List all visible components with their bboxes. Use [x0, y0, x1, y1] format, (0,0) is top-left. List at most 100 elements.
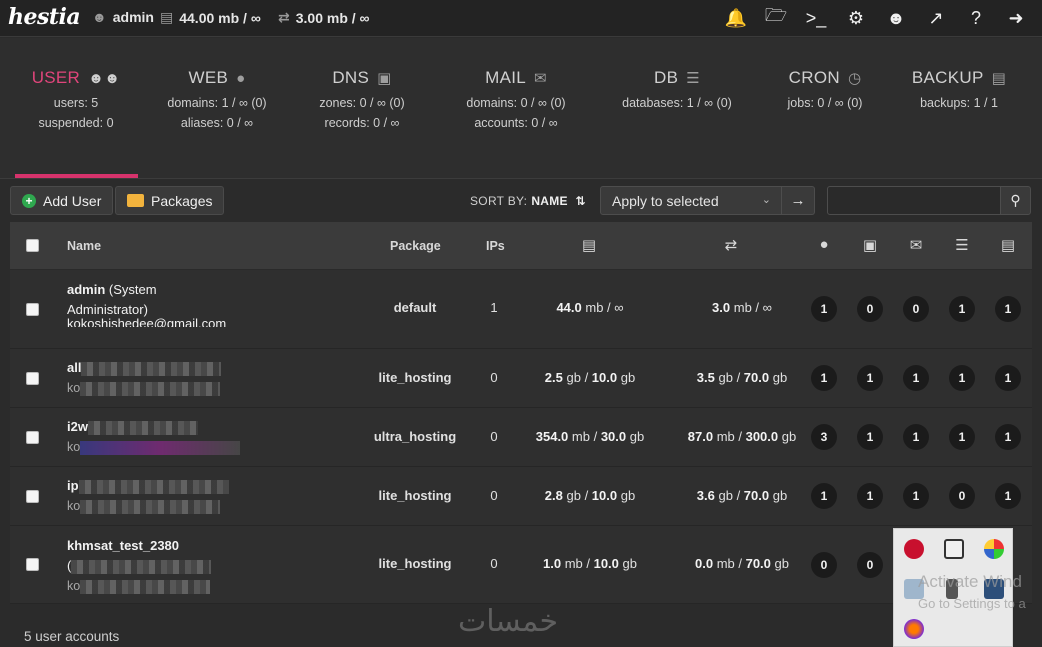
user-name-cell[interactable]: i2w ko — [67, 417, 241, 457]
sort-by-control[interactable]: SORT BY: NAME ⇅ — [470, 194, 586, 208]
user-package[interactable]: lite_hosting — [350, 488, 480, 503]
backup-count-badge[interactable]: 1 — [995, 483, 1021, 509]
table-row[interactable]: all ko lite_hosting 0 2.5 gb / 10.0 gb 3… — [10, 349, 1032, 408]
stat-backup[interactable]: BACKUP ▤ backups: 1 / 1 — [912, 68, 1006, 110]
user-package[interactable]: lite_hosting — [350, 556, 480, 571]
row-checkbox[interactable] — [26, 558, 39, 571]
stat-web-line2: aliases: 0 / ∞ — [180, 116, 254, 130]
db-count-badge[interactable]: 1 — [949, 296, 975, 322]
db-count-badge[interactable]: 1 — [949, 424, 975, 450]
dns-count-badge[interactable]: 1 — [857, 424, 883, 450]
header-package[interactable]: Package — [390, 239, 441, 253]
header-name[interactable]: Name — [67, 239, 101, 253]
user-circle-icon[interactable]: ☻ — [884, 6, 908, 30]
add-user-button[interactable]: + Add User — [10, 186, 114, 215]
user-fullname-part: (System — [108, 282, 157, 297]
stat-mail-line2: accounts: 0 / ∞ — [474, 116, 558, 130]
disk-limit-unit: gb — [629, 429, 645, 444]
select-all-checkbox[interactable] — [26, 239, 39, 252]
user-name[interactable]: ip — [67, 478, 79, 493]
backup-count-badge[interactable]: 1 — [995, 424, 1021, 450]
logout-icon[interactable]: ➜ — [1004, 6, 1028, 30]
web-count-badge[interactable]: 1 — [811, 365, 837, 391]
row-checkbox[interactable] — [26, 303, 39, 316]
row-checkbox[interactable] — [26, 372, 39, 385]
user-name-cell[interactable]: admin (System Administrator) — [67, 280, 157, 320]
user-count-footer: 5 user accounts — [24, 629, 120, 644]
table-row[interactable]: khmsat_test_2380 ( ko lite_hosting 0 1.0… — [10, 526, 1032, 604]
disk-usage-cell: 2.5 gb / 10.0 gb — [544, 370, 636, 385]
bw-unit: mb — [733, 300, 752, 315]
terminal-icon[interactable]: >_ — [804, 6, 828, 30]
user-name[interactable]: i2w — [67, 419, 88, 434]
search-input[interactable] — [827, 186, 1001, 215]
dns-count-badge[interactable]: 1 — [857, 483, 883, 509]
row-checkbox[interactable] — [26, 490, 39, 503]
db-count-badge[interactable]: 0 — [949, 483, 975, 509]
user-name-cell[interactable]: ip ko — [67, 476, 229, 516]
disk-usage: ▤ 44.00 mb / ∞ — [160, 9, 261, 26]
user-package[interactable]: ultra_hosting — [350, 429, 480, 444]
web-count-badge[interactable]: 0 — [811, 552, 837, 578]
folder-icon[interactable]: 🗁 — [764, 5, 788, 30]
hestia-logo[interactable]: hestia — [8, 4, 81, 30]
header-ips[interactable]: IPs — [486, 239, 505, 253]
user-name[interactable]: all — [67, 360, 81, 375]
user-name[interactable]: admin — [67, 282, 105, 297]
current-user[interactable]: ☻ admin — [92, 9, 154, 25]
dns-book-icon: ▣ — [862, 237, 878, 254]
book-icon: ▣ — [377, 70, 392, 87]
packages-button[interactable]: Packages — [115, 186, 225, 215]
user-name[interactable]: khmsat_test_2380 — [67, 538, 179, 553]
user-name-cell[interactable]: all ko — [67, 358, 222, 398]
disk-unit: mb — [571, 429, 590, 444]
web-count-badge[interactable]: 3 — [811, 424, 837, 450]
table-row[interactable]: admin (System Administrator) kokoshished… — [10, 270, 1032, 349]
gear-icon[interactable]: ⚙ — [844, 6, 868, 30]
bandwidth-usage: ⇄ 3.00 mb / ∞ — [278, 9, 370, 26]
dns-count-badge[interactable]: 0 — [857, 296, 883, 322]
browser-icon[interactable] — [904, 619, 924, 639]
backup-count-badge[interactable]: 1 — [995, 365, 1021, 391]
stat-web[interactable]: WEB ● domains: 1 / ∞ (0) aliases: 0 / ∞ — [162, 68, 272, 130]
user-package[interactable]: lite_hosting — [350, 370, 480, 385]
mail-count-badge[interactable]: 0 — [903, 296, 929, 322]
user-package[interactable]: default — [350, 300, 480, 315]
stat-db[interactable]: DB ☰ databases: 1 / ∞ (0) — [617, 68, 737, 110]
dns-count-badge[interactable]: 1 — [857, 365, 883, 391]
backup-count-badge[interactable]: 1 — [995, 296, 1021, 322]
bw-used: 3.0 — [712, 300, 731, 315]
apply-bulk-button[interactable]: → — [782, 186, 815, 215]
stat-user[interactable]: USER ☻☻ users: 5 suspended: 0 — [28, 68, 124, 130]
color-wheel-icon[interactable] — [984, 539, 1004, 559]
chart-icon[interactable]: ↗ — [924, 6, 948, 30]
redacted-block — [80, 579, 211, 594]
mail-count-badge[interactable]: 1 — [903, 424, 929, 450]
disk-limit-unit: gb — [620, 488, 636, 503]
mail-count-badge[interactable]: 1 — [903, 483, 929, 509]
dns-count-badge[interactable]: 0 — [857, 552, 883, 578]
web-count-badge[interactable]: 1 — [811, 296, 837, 322]
mail-count-badge[interactable]: 1 — [903, 365, 929, 391]
web-count-badge[interactable]: 1 — [811, 483, 837, 509]
stat-cron[interactable]: CRON ◷ jobs: 0 / ∞ (0) — [779, 68, 871, 110]
help-icon[interactable]: ? — [964, 6, 988, 30]
antivirus-icon[interactable] — [904, 539, 924, 559]
user-name-cell[interactable]: khmsat_test_2380 ( ko — [67, 536, 212, 596]
arrow-right-icon: → — [790, 192, 806, 209]
stat-mail[interactable]: MAIL ✉ domains: 0 / ∞ (0) accounts: 0 / ∞ — [460, 68, 572, 130]
bell-icon[interactable]: 🔔 — [724, 6, 748, 30]
stat-dns-line1: zones: 0 / ∞ (0) — [319, 96, 405, 110]
table-row[interactable]: i2w ko ultra_hosting 0 354.0 mb / 30.0 g… — [10, 408, 1032, 467]
stat-dns[interactable]: DNS ▣ zones: 0 / ∞ (0) records: 0 / ∞ — [312, 68, 412, 130]
row-checkbox[interactable] — [26, 431, 39, 444]
db-count-badge[interactable]: 1 — [949, 365, 975, 391]
table-row[interactable]: ip ko lite_hosting 0 2.8 gb / 10.0 gb 3.… — [10, 467, 1032, 526]
bulk-action-select[interactable]: Apply to selected ⌄ — [600, 186, 782, 215]
bandwidth-usage-cell: 3.5 gb / 70.0 gb — [696, 370, 788, 385]
activate-windows-text: Activate Wind — [918, 572, 1022, 591]
user-email-text: kokoshishedee@gmail.com — [67, 317, 227, 327]
shield-icon[interactable] — [944, 539, 964, 559]
search-button[interactable]: ⚲ — [1000, 186, 1031, 215]
user-ips: 0 — [490, 556, 498, 571]
